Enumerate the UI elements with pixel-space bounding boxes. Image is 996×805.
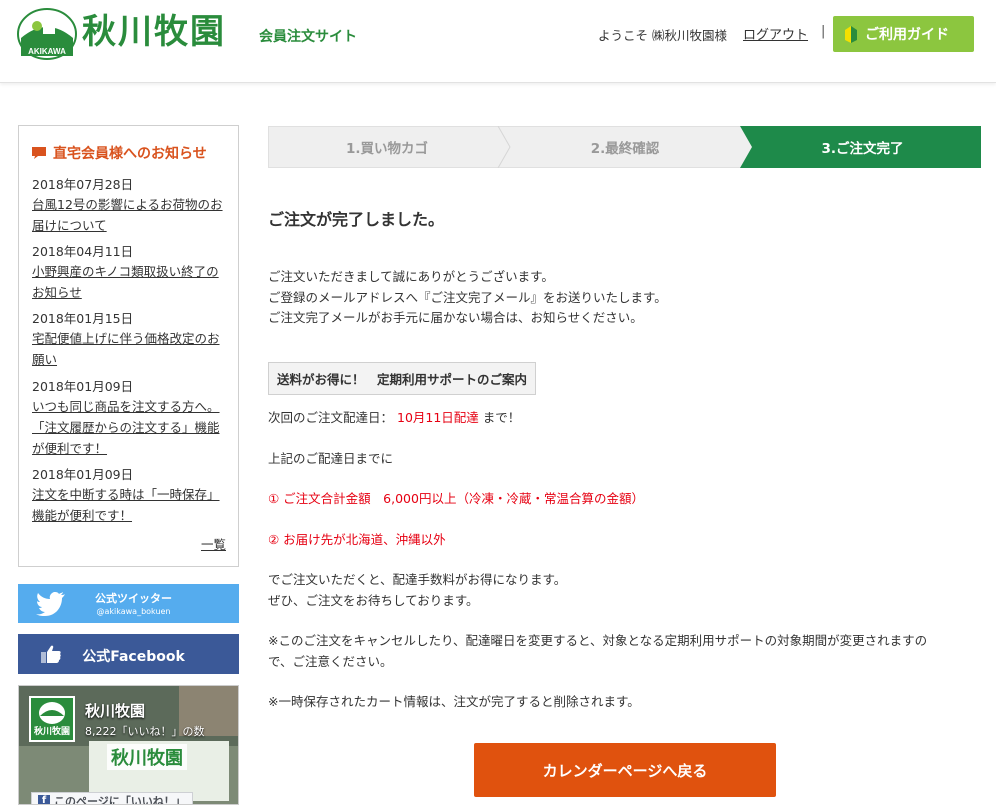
thanks-message: ご注文いただきまして誠にありがとうございます。 ご登録のメールアドレスへ『ご注文… bbox=[268, 267, 667, 329]
thanks-line: ご登録のメールアドレスへ『ご注文完了メール』をお送りいたします。 bbox=[268, 289, 667, 305]
beginner-mark-icon bbox=[845, 26, 857, 43]
news-link[interactable]: 小野興産のキノコ類取扱い終了のお知らせ bbox=[32, 261, 228, 303]
logout-link[interactable]: ログアウト bbox=[743, 24, 808, 43]
facebook-like-button[interactable]: f このページに「いいね！」 bbox=[31, 792, 193, 805]
facebook-page-logo: 秋川牧園 bbox=[29, 696, 75, 742]
facebook-logo-caption: 秋川牧園 bbox=[33, 727, 70, 737]
step-complete: 3.ご注文完了 bbox=[821, 141, 904, 157]
step-cart: 1.買い物カゴ bbox=[345, 141, 429, 157]
twitter-label: 公式ツイッター bbox=[95, 592, 172, 605]
site-header: AKIKAWA 秋川牧園 会員注文サイト ようこそ ㈱秋川牧園様 ログアウト |… bbox=[0, 0, 996, 83]
news-date: 2018年04月11日 bbox=[32, 244, 134, 259]
brand-name[interactable]: 秋川牧園 bbox=[82, 12, 226, 52]
akikawa-mark-icon bbox=[39, 702, 65, 724]
next-delivery-prefix: 次回のご注文配達日： bbox=[268, 410, 394, 425]
facebook-page-widget[interactable]: 秋川牧園 秋川牧園 8,222「いいね！」の数 秋川牧園 f このページに「いい… bbox=[18, 685, 239, 805]
facebook-label: 公式Facebook bbox=[82, 649, 185, 665]
news-heading-label: 直宅会員様へのお知らせ bbox=[53, 146, 207, 162]
news-date: 2018年01月09日 bbox=[32, 467, 134, 482]
news-link[interactable]: いつも同じ商品を注文する方へ。「注文履歴からの注文する」機能が便利です！ bbox=[32, 396, 228, 459]
facebook-button[interactable]: 公式Facebook bbox=[18, 634, 239, 674]
news-item: 2018年01月09日 いつも同じ商品を注文する方へ。「注文履歴からの注文する」… bbox=[32, 378, 228, 459]
step-confirm: 2.最終確認 bbox=[590, 141, 660, 157]
news-link[interactable]: 宅配便値上げに伴う価格改定のお願い bbox=[32, 328, 228, 370]
next-delivery-date: 10月11日配達 bbox=[397, 410, 479, 425]
back-to-calendar-button[interactable]: カレンダーページへ戻る bbox=[474, 743, 776, 797]
thanks-line: ご注文いただきまして誠にありがとうございます。 bbox=[268, 269, 554, 284]
news-date: 2018年07月28日 bbox=[32, 177, 134, 192]
support-notice-title: 送料がお得に！ 定期利用サポートのご案内 bbox=[268, 362, 537, 395]
condition-region: ② お届け先が北海道、沖縄以外 bbox=[268, 532, 446, 547]
facebook-f-icon: f bbox=[38, 795, 50, 804]
next-delivery-suffix: まで！ bbox=[482, 410, 521, 425]
facebook-like-count: 8,222「いいね！」の数 bbox=[85, 725, 205, 738]
facebook-cover-brand: 秋川牧園 bbox=[107, 744, 187, 770]
news-item: 2018年01月09日 注文を中断する時は「一時保存」機能が便利です！ bbox=[32, 466, 228, 526]
news-date: 2018年01月09日 bbox=[32, 379, 134, 394]
news-box: 直宅会員様へのお知らせ 2018年07月28日 台風12号の影響によるお荷物のお… bbox=[18, 125, 239, 567]
twitter-handle: @akikawa_bokuen bbox=[96, 607, 171, 616]
twitter-button[interactable]: 公式ツイッター @akikawa_bokuen bbox=[18, 584, 239, 623]
condition-amount: ① ご注文合計金額 6,000円以上（冷凍・冷蔵・常温合算の金額） bbox=[268, 491, 644, 506]
news-list-link[interactable]: 一覧 bbox=[201, 534, 226, 553]
header-separator: | bbox=[821, 24, 826, 39]
page-title: ご注文が完了しました。 bbox=[268, 210, 445, 229]
benefit-line: でご注文いただくと、配達手数料がお得になります。 bbox=[268, 572, 567, 587]
news-date: 2018年01月15日 bbox=[32, 311, 134, 326]
speech-bubble-icon bbox=[32, 147, 46, 159]
benefit-message: でご注文いただくと、配達手数料がお得になります。 ぜひ、ご注文をお待ちしておりま… bbox=[268, 570, 566, 611]
next-delivery-line: 次回のご注文配達日： 10月11日配達 まで！ bbox=[268, 408, 520, 429]
logo-caption: AKIKAWA bbox=[28, 47, 66, 56]
order-steps: 1.買い物カゴ 2.最終確認 3.ご注文完了 bbox=[268, 126, 981, 168]
news-link[interactable]: 注文を中断する時は「一時保存」機能が便利です！ bbox=[32, 484, 228, 526]
guide-button[interactable]: ご利用ガイド bbox=[833, 16, 974, 52]
facebook-like-label: このページに「いいね！」 bbox=[54, 795, 186, 805]
news-heading: 直宅会員様へのお知らせ bbox=[31, 143, 207, 163]
thanks-line: ご注文完了メールがお手元に届かない場合は、お知らせください。 bbox=[268, 310, 643, 325]
until-line: 上記のご配達日までに bbox=[268, 451, 394, 466]
cancel-note-line: ※このご注文をキャンセルしたり、配達曜日を変更すると、対象となる定期利用サポート… bbox=[268, 633, 928, 648]
akikawa-logo[interactable]: AKIKAWA bbox=[17, 8, 77, 61]
cancel-note: ※このご注文をキャンセルしたり、配達曜日を変更すると、対象となる定期利用サポート… bbox=[268, 631, 927, 672]
site-subtitle: 会員注文サイト bbox=[259, 29, 357, 45]
cart-note: ※一時保存されたカート情報は、注文が完了すると削除されます。 bbox=[268, 694, 640, 709]
news-item: 2018年01月15日 宅配便値上げに伴う価格改定のお願い bbox=[32, 310, 228, 370]
welcome-text: ようこそ ㈱秋川牧園様 bbox=[598, 28, 727, 43]
guide-label: ご利用ガイド bbox=[865, 27, 949, 43]
news-item: 2018年07月28日 台風12号の影響によるお荷物のお届けについて bbox=[32, 176, 228, 236]
cancel-note-line: で、ご注意ください。 bbox=[268, 653, 393, 669]
news-item: 2018年04月11日 小野興産のキノコ類取扱い終了のお知らせ bbox=[32, 243, 228, 303]
benefit-line: ぜひ、ご注文をお待ちしております。 bbox=[268, 592, 479, 608]
facebook-page-name[interactable]: 秋川牧園 bbox=[85, 700, 145, 721]
news-link[interactable]: 台風12号の影響によるお荷物のお届けについて bbox=[32, 194, 228, 236]
